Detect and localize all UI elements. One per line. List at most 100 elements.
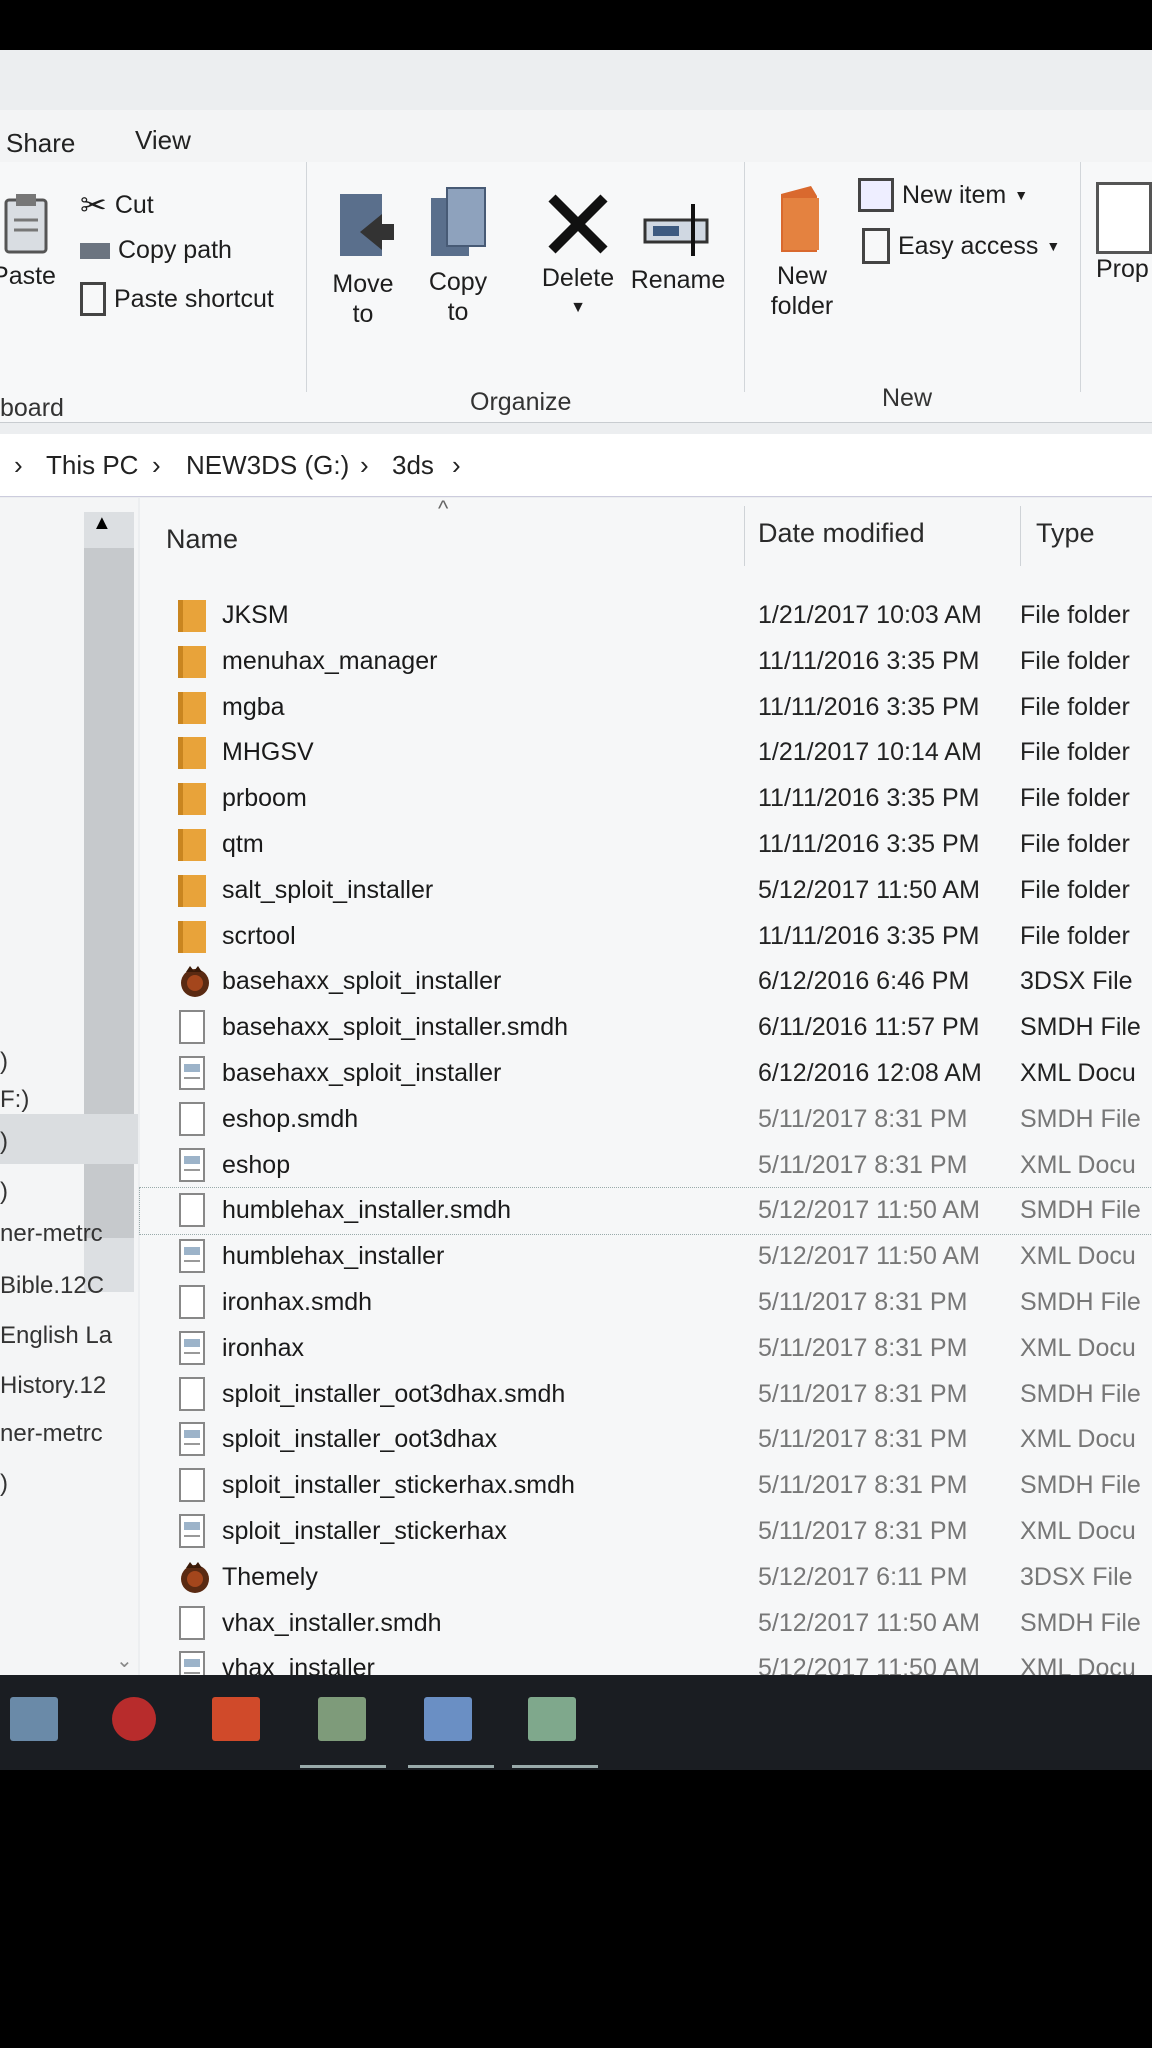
easy-access-button[interactable]: Easy access ▼ bbox=[862, 228, 1060, 264]
powerpoint-icon[interactable] bbox=[212, 1697, 260, 1741]
cut-button[interactable]: ✂ Cut bbox=[80, 186, 154, 224]
file-row[interactable]: JKSM 1/21/2017 10:03 AM File folder bbox=[140, 593, 1152, 639]
address-bar[interactable]: › This PC › NEW3DS (G:) › 3ds › bbox=[0, 434, 1152, 497]
new-item-button[interactable]: New item ▼ bbox=[858, 178, 1028, 212]
publisher-icon[interactable] bbox=[528, 1697, 576, 1741]
new-folder-button[interactable]: New folder bbox=[762, 184, 842, 321]
file-row[interactable]: sploit_installer_stickerhax.smdh 5/11/201… bbox=[140, 1463, 1152, 1509]
file-type: SMDH File bbox=[1020, 1379, 1141, 1408]
file-row[interactable]: basehaxx_sploit_installer.smdh 6/11/2016 … bbox=[140, 1005, 1152, 1051]
file-row[interactable]: Themely 5/12/2017 6:11 PM 3DSX File bbox=[140, 1555, 1152, 1601]
file-row[interactable]: mgba 11/11/2016 3:35 PM File folder bbox=[140, 685, 1152, 731]
chevron-right-icon: › bbox=[152, 450, 161, 480]
breadcrumb-this-pc[interactable]: This PC bbox=[46, 450, 138, 481]
file-row[interactable]: sploit_installer_stickerhax 5/11/2017 8:3… bbox=[140, 1509, 1152, 1555]
file-date: 5/11/2017 8:31 PM bbox=[758, 1104, 968, 1133]
copy-path-button[interactable]: Copy path bbox=[80, 236, 232, 265]
nav-item[interactable]: Bible.12C bbox=[0, 1272, 104, 1300]
file-name: MHGSV bbox=[222, 738, 314, 767]
nav-item[interactable]: English La bbox=[0, 1322, 112, 1350]
clipboard-group-label: board bbox=[0, 394, 64, 422]
properties-icon bbox=[1096, 182, 1152, 254]
delete-button[interactable]: Delete ▼ bbox=[530, 192, 626, 323]
file-row[interactable]: ironhax.smdh 5/11/2017 8:31 PM SMDH File bbox=[140, 1280, 1152, 1326]
file-name: eshop.smdh bbox=[222, 1104, 359, 1133]
nav-item[interactable]: ) bbox=[0, 1048, 8, 1076]
file-name: qtm bbox=[222, 830, 264, 858]
file-row[interactable]: MHGSV 1/21/2017 10:14 AM File folder bbox=[140, 730, 1152, 776]
file-row[interactable]: ironhax 5/11/2017 8:31 PM XML Docu bbox=[140, 1326, 1152, 1372]
active-indicator bbox=[300, 1765, 386, 1768]
file-row[interactable]: sploit_installer_oot3dhax.smdh 5/11/2017 … bbox=[140, 1372, 1152, 1418]
excel-icon[interactable] bbox=[318, 1697, 366, 1741]
3dsx-app-icon bbox=[178, 1560, 209, 1594]
xml-icon bbox=[178, 1514, 208, 1548]
file-name: vhax_installer.smdh bbox=[222, 1608, 442, 1637]
file-date: 5/12/2017 11:50 AM bbox=[758, 875, 980, 904]
file-type: XML Docu bbox=[1020, 1150, 1136, 1179]
file-type: File folder bbox=[1020, 692, 1130, 721]
nav-item[interactable]: ner-metrc bbox=[0, 1220, 103, 1248]
scroll-down-icon[interactable]: ⌄ bbox=[116, 1648, 133, 1673]
tab-share[interactable]: Share bbox=[6, 128, 75, 159]
file-explorer-icon[interactable] bbox=[10, 1697, 58, 1741]
file-type: XML Docu bbox=[1020, 1425, 1136, 1454]
scroll-up-icon[interactable]: ▲ bbox=[92, 512, 112, 535]
file-row[interactable]: humblehax_installer 5/12/2017 11:50 AM XML… bbox=[140, 1234, 1152, 1280]
file-date: 11/11/2016 3:35 PM bbox=[758, 921, 980, 950]
active-indicator bbox=[408, 1765, 494, 1768]
file-row[interactable]: humblehax_installer.smdh 5/12/2017 11:50 … bbox=[139, 1187, 1152, 1236]
file-name: mgba bbox=[222, 692, 285, 721]
file-name: prboom bbox=[222, 784, 307, 813]
file-row[interactable]: basehaxx_sploit_installer 6/12/2016 6:46 … bbox=[140, 959, 1152, 1005]
nav-item[interactable]: History.12 bbox=[0, 1372, 106, 1400]
file-row[interactable]: qtm 11/11/2016 3:35 PM File folder bbox=[140, 822, 1152, 868]
move-to-icon bbox=[340, 194, 394, 256]
easy-access-icon bbox=[862, 228, 890, 264]
file-name: sploit_installer_oot3dhax bbox=[222, 1425, 498, 1454]
properties-button[interactable]: Prop bbox=[1096, 182, 1152, 284]
file-name: basehaxx_sploit_installer.smdh bbox=[222, 1013, 569, 1042]
file-row[interactable]: menuhax_manager 11/11/2016 3:35 PM File fo… bbox=[140, 639, 1152, 685]
paste-shortcut-button[interactable]: Paste shortcut bbox=[80, 282, 274, 316]
tab-view[interactable]: View bbox=[135, 125, 191, 156]
file-date: 11/11/2016 3:35 PM bbox=[758, 784, 980, 813]
file-name: sploit_installer_oot3dhax.smdh bbox=[222, 1379, 566, 1408]
power-app-icon[interactable] bbox=[112, 1697, 156, 1741]
file-date: 5/12/2017 11:50 AM bbox=[758, 1242, 980, 1271]
file-date: 5/11/2017 8:31 PM bbox=[758, 1471, 968, 1500]
nav-item[interactable]: ) bbox=[0, 1178, 8, 1206]
nav-item[interactable]: ) bbox=[0, 1128, 8, 1156]
3dsx-app-icon bbox=[178, 964, 209, 998]
nav-item[interactable]: ner-metrc bbox=[0, 1420, 103, 1448]
copy-to-icon bbox=[431, 187, 486, 256]
file-row[interactable]: eshop 5/11/2017 8:31 PM XML Docu bbox=[140, 1143, 1152, 1189]
file-row[interactable]: scrtool 11/11/2016 3:35 PM File folder bbox=[140, 914, 1152, 960]
column-divider[interactable] bbox=[1020, 506, 1021, 566]
file-row[interactable]: sploit_installer_oot3dhax 5/11/2017 8:31 … bbox=[140, 1417, 1152, 1463]
column-header-name[interactable]: Name bbox=[166, 524, 238, 555]
nav-selected-highlight bbox=[0, 1114, 138, 1164]
column-header-type[interactable]: Type bbox=[1036, 518, 1095, 549]
group-divider bbox=[744, 162, 745, 392]
word-icon[interactable] bbox=[424, 1697, 472, 1741]
file-row[interactable]: eshop.smdh 5/11/2017 8:31 PM SMDH File bbox=[140, 1097, 1152, 1143]
file-date: 5/11/2017 8:31 PM bbox=[758, 1150, 968, 1179]
file-row[interactable]: basehaxx_sploit_installer 6/12/2016 12:08… bbox=[140, 1051, 1152, 1097]
file-date: 5/12/2017 11:50 AM bbox=[758, 1608, 980, 1637]
breadcrumb-3ds[interactable]: 3ds bbox=[392, 450, 434, 481]
file-row[interactable]: prboom 11/11/2016 3:35 PM File folder bbox=[140, 776, 1152, 822]
file-date: 1/21/2017 10:03 AM bbox=[758, 601, 982, 629]
file-icon bbox=[178, 1285, 208, 1319]
move-to-button[interactable]: Move to bbox=[325, 192, 401, 329]
column-header-date[interactable]: Date modified bbox=[758, 518, 925, 549]
breadcrumb-drive[interactable]: NEW3DS (G:) bbox=[186, 450, 349, 481]
nav-item[interactable]: ) bbox=[0, 1470, 8, 1498]
column-divider[interactable] bbox=[744, 506, 745, 566]
paste-button[interactable]: Paste bbox=[0, 192, 60, 291]
file-row[interactable]: salt_sploit_installer 5/12/2017 11:50 AM F… bbox=[140, 868, 1152, 914]
rename-button[interactable]: Rename bbox=[628, 202, 728, 295]
file-row[interactable]: vhax_installer.smdh 5/12/2017 11:50 AM SMD… bbox=[140, 1601, 1152, 1647]
copy-to-button[interactable]: Copy to bbox=[418, 186, 498, 327]
nav-item[interactable]: F:) bbox=[0, 1086, 29, 1114]
